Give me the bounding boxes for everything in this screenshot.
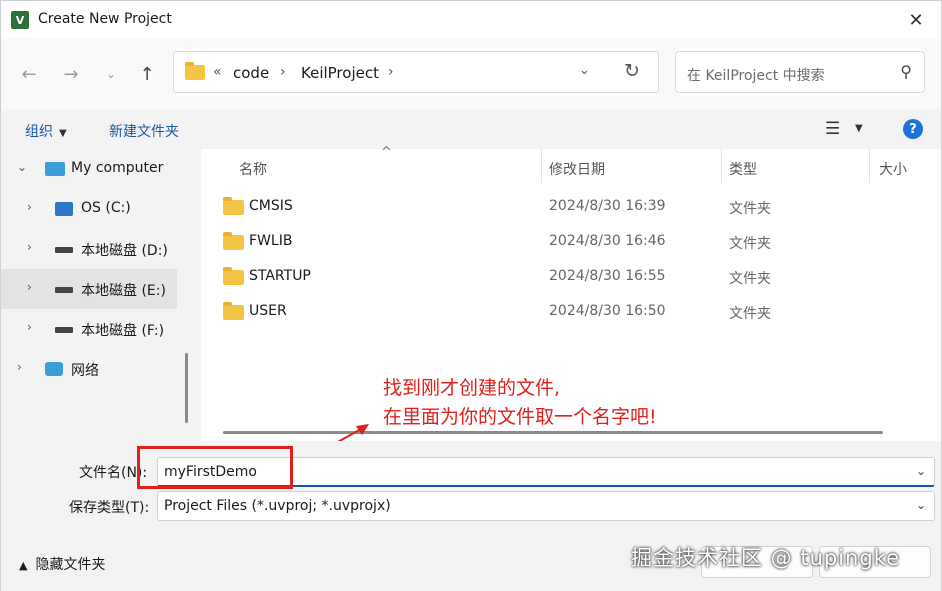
help-icon[interactable]: ? xyxy=(903,119,923,139)
file-name: CMSIS xyxy=(249,198,293,214)
drive-icon xyxy=(55,287,73,293)
file-name: STARTUP xyxy=(249,268,311,284)
column-divider[interactable] xyxy=(869,149,870,183)
file-date: 2024/8/30 16:46 xyxy=(549,233,666,249)
file-row[interactable]: FWLIB 2024/8/30 16:46 文件夹 xyxy=(201,224,941,259)
folder-icon xyxy=(223,197,244,215)
chevron-down-icon[interactable]: ⌄ xyxy=(17,160,27,174)
breadcrumb-item-keilproject[interactable]: KeilProject xyxy=(301,64,379,82)
annotation-line-1: 找到刚才创建的文件, xyxy=(383,377,561,399)
chevron-right-icon[interactable]: › xyxy=(27,320,32,334)
file-row[interactable]: CMSIS 2024/8/30 16:39 文件夹 xyxy=(201,189,941,224)
column-divider[interactable] xyxy=(541,149,542,183)
filetype-value[interactable]: Project Files (*.uvproj; *.uvprojx) xyxy=(164,498,391,514)
navigation-bar: ← → ⌄ ↑ « code › KeilProject › ⌄ ↻ 在 Kei… xyxy=(1,39,941,109)
file-type: 文件夹 xyxy=(729,306,771,322)
folder-icon xyxy=(185,62,205,80)
tree-item-label: 本地磁盘 (F:) xyxy=(81,323,165,339)
chevron-right-icon[interactable]: › xyxy=(17,360,22,374)
address-history-icon[interactable]: ⌄ xyxy=(579,63,590,78)
column-header-type[interactable]: 类型 xyxy=(729,159,757,179)
organize-label: 组织 xyxy=(25,124,53,140)
address-bar[interactable]: « code › KeilProject › ⌄ ↻ xyxy=(173,51,659,93)
command-toolbar: 组织 ▼ 新建文件夹 ☰ ▼ ? xyxy=(1,109,941,149)
search-icon[interactable]: ⚲ xyxy=(900,62,912,81)
chevron-down-icon[interactable]: ⌄ xyxy=(916,464,926,478)
arrow-right-icon[interactable]: → xyxy=(57,62,85,86)
file-date: 2024/8/30 16:50 xyxy=(549,303,666,319)
chevron-right-icon[interactable]: › xyxy=(27,280,32,294)
caret-down-icon: ▼ xyxy=(59,128,67,139)
chevron-right-icon[interactable]: › xyxy=(27,200,32,214)
nav-scrollbar[interactable] xyxy=(185,353,188,423)
file-row[interactable]: STARTUP 2024/8/30 16:55 文件夹 xyxy=(201,259,941,294)
file-name: USER xyxy=(249,303,287,319)
chevron-right-icon[interactable]: › xyxy=(27,240,32,254)
file-name: FWLIB xyxy=(249,233,293,249)
breadcrumb-item-code[interactable]: code xyxy=(233,64,269,82)
tree-item-network[interactable]: › 网络 xyxy=(1,349,177,389)
tree-item-drive-e[interactable]: › 本地磁盘 (E:) xyxy=(1,269,177,309)
list-view-icon[interactable]: ☰ xyxy=(825,119,840,139)
highlight-box xyxy=(137,446,293,489)
chevron-up-icon: ▲ xyxy=(19,559,28,572)
folder-icon xyxy=(223,267,244,285)
file-type: 文件夹 xyxy=(729,201,771,217)
tree-item-drive-f[interactable]: › 本地磁盘 (F:) xyxy=(1,309,177,349)
arrow-up-icon[interactable]: ↑ xyxy=(133,62,161,86)
column-header-size[interactable]: 大小 xyxy=(879,159,907,179)
drive-icon xyxy=(55,327,73,333)
file-type: 文件夹 xyxy=(729,236,771,252)
os-drive-icon xyxy=(55,202,73,216)
tree-item-label: 网络 xyxy=(71,363,99,379)
tree-item-label: OS (C:) xyxy=(81,200,131,216)
refresh-icon[interactable]: ↻ xyxy=(624,60,640,82)
new-folder-button[interactable]: 新建文件夹 xyxy=(109,121,179,141)
filetype-select[interactable]: Project Files (*.uvproj; *.uvprojx) ⌄ xyxy=(157,491,935,521)
folder-icon xyxy=(223,232,244,250)
chevron-down-icon[interactable]: ⌄ xyxy=(916,498,926,512)
search-input[interactable]: 在 KeilProject 中搜索 xyxy=(687,65,825,85)
chevron-right-icon[interactable]: › xyxy=(388,64,394,80)
drive-icon xyxy=(55,247,73,253)
file-date: 2024/8/30 16:55 xyxy=(549,268,666,284)
watermark-text: 掘金技术社区 @ tupingke xyxy=(631,546,901,570)
hide-folders-toggle[interactable]: ▲ 隐藏文件夹 xyxy=(19,554,105,574)
filetype-label: 保存类型(T): xyxy=(69,500,150,516)
file-row[interactable]: USER 2024/8/30 16:50 文件夹 xyxy=(201,294,941,329)
file-type: 文件夹 xyxy=(729,271,771,287)
organize-button[interactable]: 组织 ▼ xyxy=(25,121,67,141)
annotation-text: 找到刚才创建的文件, 在里面为你的文件取一个名字吧! xyxy=(383,374,657,432)
chevron-right-icon: › xyxy=(280,64,286,80)
tree-item-label: 本地磁盘 (D:) xyxy=(81,243,168,259)
create-project-dialog: V Create New Project ✕ ← → ⌄ ↑ « code › … xyxy=(0,0,942,591)
hide-folders-label: 隐藏文件夹 xyxy=(35,557,106,573)
network-icon xyxy=(45,362,63,376)
column-header-name[interactable]: 名称 xyxy=(239,159,267,179)
tree-item-label: My computer xyxy=(71,160,164,176)
tree-item-drive-d[interactable]: › 本地磁盘 (D:) xyxy=(1,229,177,269)
column-header-date[interactable]: 修改日期 xyxy=(549,159,605,179)
arrow-left-icon[interactable]: ← xyxy=(15,62,43,86)
file-date: 2024/8/30 16:39 xyxy=(549,198,666,214)
sort-ascending-icon: ^ xyxy=(381,145,392,160)
keil-uvision-icon: V xyxy=(11,11,29,29)
folder-icon xyxy=(223,302,244,320)
annotation-line-2: 在里面为你的文件取一个名字吧! xyxy=(383,406,657,428)
close-icon[interactable]: ✕ xyxy=(903,7,929,33)
caret-down-icon[interactable]: ▼ xyxy=(855,123,863,134)
tree-item-os-c[interactable]: › OS (C:) xyxy=(1,189,177,229)
chevron-down-icon[interactable]: ⌄ xyxy=(97,62,125,86)
tree-item-label: 本地磁盘 (E:) xyxy=(81,283,166,299)
breadcrumb-overflow[interactable]: « xyxy=(213,64,222,80)
window-title: Create New Project xyxy=(38,11,172,27)
tree-item-my-computer[interactable]: ⌄ My computer xyxy=(1,149,177,189)
search-box[interactable]: 在 KeilProject 中搜索 ⚲ xyxy=(675,51,925,93)
computer-icon xyxy=(45,162,65,176)
column-divider[interactable] xyxy=(721,149,722,183)
navigation-pane: ⌄ My computer › OS (C:) › 本地磁盘 (D:) › 本地… xyxy=(1,149,193,441)
title-bar: V Create New Project ✕ xyxy=(1,1,941,39)
